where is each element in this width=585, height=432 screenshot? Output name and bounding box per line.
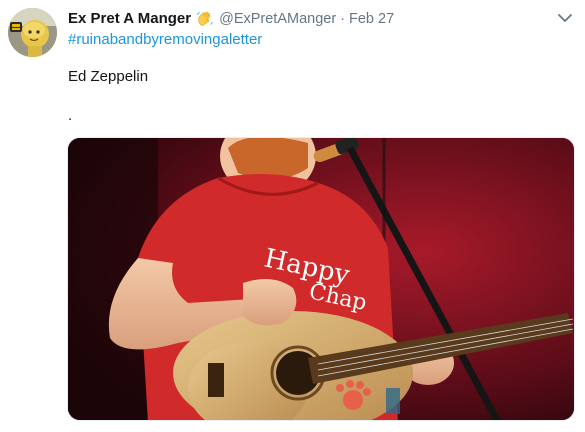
chevron-down-icon[interactable] <box>556 11 574 25</box>
tweet[interactable]: Ex Pret A Manger @ExPretAManger · Feb 27… <box>0 0 585 432</box>
display-name[interactable]: Ex Pret A Manger <box>68 9 191 29</box>
tweet-date[interactable]: Feb 27 <box>349 9 394 29</box>
waving-hand-icon <box>196 10 214 28</box>
avatar[interactable] <box>8 8 57 57</box>
photo-guitarist: Happy Chap <box>68 138 574 420</box>
user-handle[interactable]: @ExPretAManger <box>219 9 336 29</box>
tweet-text-extra: . <box>68 107 73 124</box>
header-separator: · <box>340 11 346 27</box>
tweet-text: Ed Zeppelin <box>68 68 149 85</box>
tweet-photo[interactable]: Happy Chap <box>67 137 575 421</box>
avatar-image <box>8 8 57 57</box>
tweet-header: Ex Pret A Manger @ExPretAManger · Feb 27 <box>68 9 394 29</box>
hashtag-link[interactable]: #ruinabandbyremovingaletter <box>68 30 262 50</box>
